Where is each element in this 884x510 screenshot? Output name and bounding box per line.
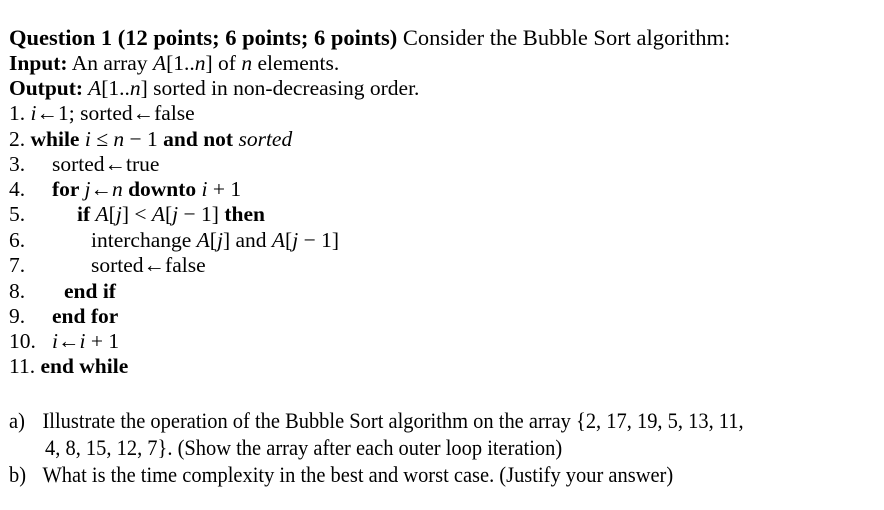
statement: sorted←false [91,253,206,277]
question-title: Question 1 (12 points; 6 points; 6 point… [9,25,730,50]
statement: ] and [222,228,272,252]
var-A: A [95,202,109,226]
statement: ← [90,177,112,201]
output-text: ] sorted in non-decreasing order. [140,76,420,100]
algo-line-11: 11. end while [9,354,128,379]
algo-line-3: 3. sorted←true [9,152,159,177]
input-text: ] of [205,51,242,75]
part-b: b) What is the time complexity in the bes… [9,462,673,488]
line-number: 4. [9,177,26,201]
question-intro: Consider the Bubble Sort algorithm: [397,25,731,50]
keyword-end-while: end while [40,354,129,378]
var-A: A [151,202,165,226]
line-number: 6. [9,228,26,252]
part-a: a) Illustrate the operation of the Bubble… [9,408,744,434]
var-A: A [152,51,167,75]
line-number: 2. [9,127,31,151]
part-a-text-line2: 4, 8, 15, 12, 7}. (Show the array after … [45,435,563,460]
keyword-if: if [77,202,96,226]
algo-line-7: 7. sorted←false [9,253,206,278]
keyword-then: then [224,202,265,226]
var-n: n [129,76,141,100]
statement: ←1; sorted←false [36,101,195,125]
algo-line-4: 4. for j←n downto i + 1 [9,177,241,202]
algo-line-2: 2. while i ≤ n − 1 and not sorted [9,127,292,152]
keyword-end-if: end if [64,279,116,303]
statement: sorted←true [52,152,160,176]
statement: − 1] [178,202,225,226]
statement: + 1 [207,177,242,201]
input-text: [1.. [166,51,195,75]
statement: [ [108,202,116,226]
statement: ≤ [90,127,114,151]
var-n: n [194,51,206,75]
line-number: 1. [9,101,31,125]
algo-line-8: 8. end if [9,279,116,304]
statement: ] < [121,202,152,226]
output-spec: Output: A[1..n] sorted in non-decreasing… [9,76,419,101]
part-a-label: a) [9,408,25,433]
line-number: 10. [9,329,36,353]
input-label: Input: [9,51,68,75]
input-spec: Input: An array A[1..n] of n elements. [9,51,339,76]
keyword-end-for: end for [52,304,119,328]
keyword-downto: downto [122,177,202,201]
var-n: n [111,177,123,201]
statement: interchange [91,228,197,252]
input-text: An array [67,51,153,75]
keyword-for: for [52,177,85,201]
line-number: 9. [9,304,26,328]
var-A: A [271,228,286,252]
question-heading: Question 1 (12 points; 6 points; 6 point… [9,25,398,50]
line-number: 3. [9,152,26,176]
part-a-continued: 4, 8, 15, 12, 7}. (Show the array after … [45,435,562,461]
statement: ← [57,329,80,353]
var-n: n [241,51,253,75]
output-text: [1.. [101,76,130,100]
line-number: 7. [9,253,26,277]
part-b-text: What is the time complexity in the best … [42,462,674,487]
var-A: A [83,76,102,100]
algo-line-1: 1. i←1; sorted←false [9,101,195,126]
statement: − 1] [298,228,339,252]
algo-line-5: 5. if A[j] < A[j − 1] then [9,202,265,227]
line-number: 8. [9,279,26,303]
statement: + 1 [85,329,120,353]
keyword-and-not: and not [163,127,239,151]
part-b-label: b) [9,462,27,487]
algo-line-9: 9. end for [9,304,118,329]
var-n: n [113,127,125,151]
statement: − 1 [124,127,164,151]
keyword-while: while [30,127,85,151]
part-a-text-line1: Illustrate the operation of the Bubble S… [42,408,744,433]
line-number: 11. [9,354,41,378]
algo-line-6: 6. interchange A[j] and A[j − 1] [9,228,339,253]
var-A: A [196,228,210,252]
statement: [ [209,228,217,252]
output-label: Output: [9,76,84,100]
line-number: 5. [9,202,26,226]
algo-line-10: 10. i←i + 1 [9,329,119,354]
var-sorted: sorted [238,127,293,151]
input-text: elements. [252,51,340,75]
